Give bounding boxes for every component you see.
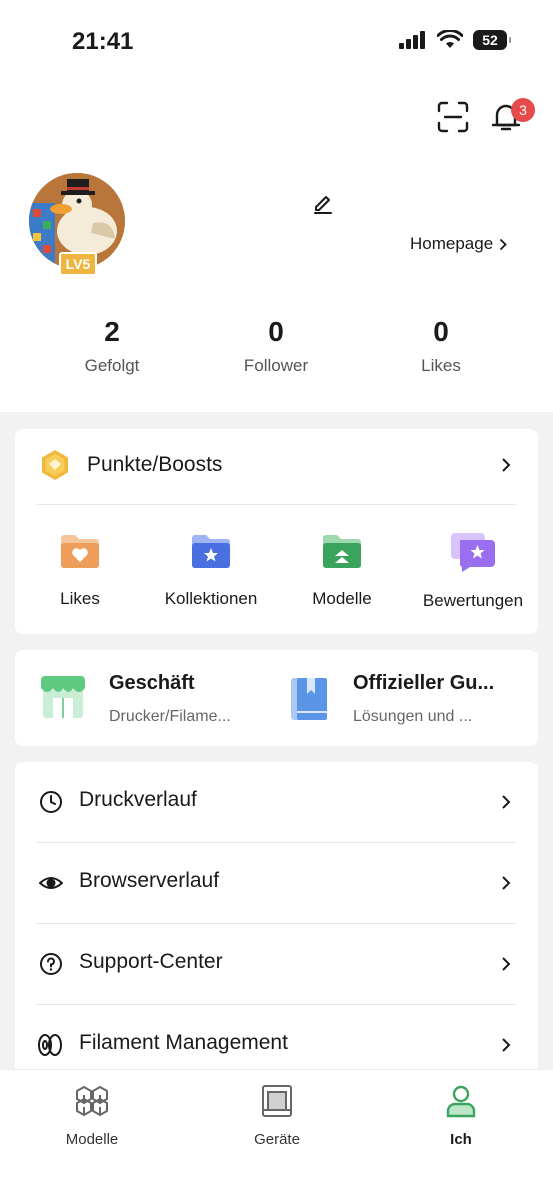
stat-value: 0 [268, 316, 284, 347]
menu-card: Druckverlauf Browserverlauf Support-Cent… [15, 762, 538, 1082]
official-guide-entry[interactable]: Offizieller Gu... Lösungen und ... [277, 650, 538, 746]
filament-icon [38, 1034, 62, 1056]
chevron-right-icon [502, 795, 511, 809]
shortcut-label: Modelle [312, 589, 372, 608]
shortcut-collections[interactable]: Kollektionen [146, 532, 276, 609]
scan-button[interactable] [436, 100, 470, 134]
shortcut-reviews[interactable]: Bewertungen [408, 532, 538, 611]
stat-label: Gefolgt [84, 356, 140, 375]
battery-icon: 52 [473, 30, 511, 50]
shop-card: Geschäft Drucker/Filame... Offizieller G… [15, 650, 538, 746]
menu-label: Support-Center [79, 950, 223, 973]
chevron-right-icon [502, 458, 511, 472]
tab-devices[interactable]: Geräte [217, 1084, 337, 1148]
user-icon [446, 1085, 476, 1118]
guide-subtitle: Lösungen und ... [353, 708, 473, 725]
edit-profile-button[interactable] [312, 192, 334, 214]
tab-models[interactable]: Modelle [32, 1084, 152, 1148]
divider [37, 504, 516, 505]
question-icon [40, 953, 62, 975]
clock-icon [40, 791, 62, 813]
stat-value: 0 [433, 316, 449, 347]
guide-title: Offizieller Gu... [353, 672, 495, 694]
stat-value: 2 [104, 316, 120, 347]
store-title: Geschäft [109, 672, 195, 694]
homepage-label: Homepage [410, 234, 494, 253]
eye-icon [39, 877, 63, 889]
printer-device-icon [262, 1085, 292, 1117]
battery-level: 52 [482, 32, 498, 48]
guide-book-icon [291, 678, 327, 720]
stat-label: Follower [243, 356, 309, 375]
chevron-right-icon [502, 1038, 511, 1052]
status-time: 21:41 [72, 28, 134, 55]
chevron-right-icon [502, 957, 511, 971]
menu-label: Filament Management [79, 1031, 288, 1054]
wifi-icon [437, 30, 463, 48]
scan-icon [437, 101, 469, 133]
level-badge: LV5 [59, 252, 97, 276]
status-icons: 52 [399, 30, 511, 50]
star-folder-icon [192, 535, 230, 568]
store-icon [41, 676, 85, 718]
points-title: Punkte/Boosts [87, 453, 223, 476]
shortcut-label: Bewertungen [422, 591, 524, 610]
chevron-right-icon [502, 876, 511, 890]
pencil-icon [314, 196, 332, 214]
shortcut-likes[interactable]: Likes [15, 532, 145, 609]
points-row[interactable]: Punkte/Boosts [15, 429, 538, 504]
shortcut-label: Likes [60, 589, 100, 608]
store-subtitle: Drucker/Filame... [109, 708, 231, 725]
shortcut-models[interactable]: Modelle [277, 532, 407, 609]
stat-following[interactable]: 2 Gefolgt [42, 316, 182, 376]
signal-icon [399, 31, 425, 49]
cubes-icon [76, 1086, 108, 1116]
profile-header: 21:41 52 3 LV5 Homepage 2 Gefolgt 0 Foll… [0, 0, 553, 412]
menu-item-browse-history[interactable]: Browserverlauf [15, 843, 538, 923]
stat-label: Likes [421, 356, 461, 375]
tab-me[interactable]: Ich [401, 1084, 521, 1148]
homepage-link[interactable]: Homepage [410, 234, 507, 254]
stat-followers[interactable]: 0 Follower [206, 316, 346, 376]
heart-folder-icon [61, 535, 99, 568]
tab-label: Modelle [65, 1131, 119, 1148]
menu-label: Browserverlauf [79, 869, 220, 892]
bottom-tab-bar: Modelle Geräte Ich [0, 1069, 553, 1201]
notification-badge: 3 [511, 98, 535, 122]
chevron-right-icon [500, 238, 507, 250]
upload-folder-icon [323, 535, 361, 568]
review-chat-icon [451, 533, 495, 572]
store-entry[interactable]: Geschäft Drucker/Filame... [15, 650, 277, 746]
shortcut-label: Kollektionen [164, 589, 258, 608]
tab-label: Ich [450, 1131, 472, 1148]
menu-item-print-history[interactable]: Druckverlauf [15, 762, 538, 842]
menu-item-support-center[interactable]: Support-Center [15, 924, 538, 1004]
stat-likes[interactable]: 0 Likes [371, 316, 511, 376]
points-gem-icon [42, 450, 68, 480]
tab-label: Geräte [254, 1131, 300, 1148]
menu-label: Druckverlauf [79, 788, 197, 811]
